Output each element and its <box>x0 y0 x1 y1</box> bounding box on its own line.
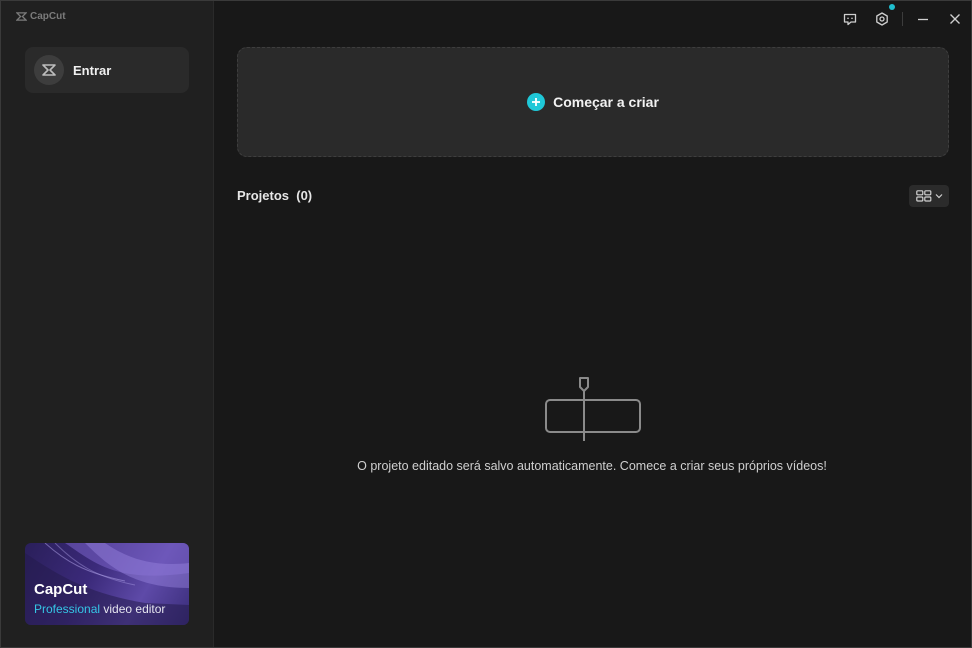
chevron-down-icon <box>935 194 942 199</box>
titlebar-controls <box>834 1 971 37</box>
promo-banner[interactable]: CapCut Professional video editor <box>25 543 189 625</box>
feedback-button[interactable] <box>834 1 866 37</box>
create-project-content: Começar a criar <box>527 93 659 111</box>
promo-tagline-accent: Professional <box>34 602 101 616</box>
capcut-logo-icon <box>16 12 27 21</box>
settings-button[interactable] <box>866 1 898 37</box>
titlebar-separator <box>902 12 903 26</box>
login-label: Entrar <box>73 62 112 78</box>
close-button[interactable] <box>939 1 971 37</box>
create-project-label: Começar a criar <box>553 94 659 110</box>
promo-tagline: Professional video editor <box>34 602 165 616</box>
avatar <box>34 55 64 85</box>
feedback-icon <box>843 13 857 25</box>
empty-timeline-icon <box>545 377 641 441</box>
empty-state-message: O projeto editado será salvo automaticam… <box>357 459 827 473</box>
plus-icon <box>527 93 546 111</box>
app-logo: CapCut <box>16 11 66 22</box>
capcut-avatar-icon <box>42 64 56 76</box>
projects-title: Projetos (0) <box>237 188 313 203</box>
view-toggle-button[interactable] <box>909 185 949 207</box>
minimize-button[interactable] <box>907 1 939 37</box>
promo-tagline-rest: video editor <box>100 602 166 616</box>
close-icon <box>950 14 960 24</box>
app-logo-text: CapCut <box>30 11 66 22</box>
grid-view-icon <box>915 190 931 202</box>
login-button[interactable]: Entrar <box>25 47 189 93</box>
app-window: CapCut Entrar CapCut Professional video … <box>0 0 972 648</box>
sidebar: CapCut Entrar CapCut Professional video … <box>1 1 214 647</box>
notification-dot <box>889 4 895 10</box>
promo-brand: CapCut <box>34 581 88 598</box>
minimize-icon <box>918 18 928 21</box>
settings-icon <box>876 12 888 26</box>
create-project-panel[interactable]: Começar a criar <box>237 47 949 157</box>
